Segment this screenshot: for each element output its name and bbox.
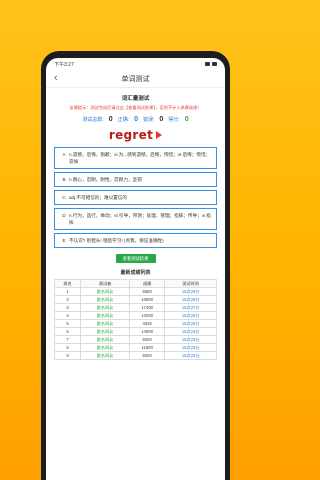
user-cell: 匿名网友	[79, 287, 131, 296]
table-row: 3 匿名网友 17400 15点27分	[54, 303, 217, 312]
option-text: n.遗憾，后悔，抱歉；vi.为...感到遗憾，后悔，惋惜；vt.后悔；惋惜；哀悼	[69, 152, 211, 164]
status-bar: 下午3:27	[46, 58, 225, 70]
rank-cell: 6	[54, 327, 81, 336]
time-cell: 15点24分	[164, 327, 217, 336]
rank-cell: 5	[54, 319, 81, 328]
stat-wrong-label: 错误:	[143, 117, 155, 123]
play-audio-icon[interactable]	[156, 131, 163, 139]
rank-cell: 4	[54, 311, 81, 320]
time-cell: 15点28分	[164, 295, 217, 304]
stat-correct-value: 0	[134, 116, 138, 123]
phone-screen: 下午3:27 ‹ 单词测试 词汇量测试 友情提示：测试完成后请点击【查看测试结果…	[46, 58, 225, 480]
rank-cell: 8	[54, 343, 81, 352]
leaderboard-table: 排名 测试者 成绩 测试时间 1 匿名网友 6650 15点29分 2 匿名网友…	[54, 279, 217, 360]
rank-cell: 7	[54, 335, 81, 344]
option-e[interactable]: E 不认识? 别担头! 稍后学习! (点我，保证准确性)	[54, 233, 217, 248]
score-cell: 10600	[129, 295, 166, 304]
table-row: 4 匿名网友 12000 15点26分	[54, 311, 217, 320]
nav-bar: ‹ 单词测试	[46, 70, 225, 88]
user-cell: 匿名网友	[79, 327, 131, 336]
view-results-button[interactable]: 查看测试结果	[115, 254, 156, 263]
user-cell: 匿名网友	[79, 343, 131, 352]
option-text: 不认识? 别担头! 稍后学习! (点我，保证准确性)	[69, 238, 164, 243]
option-text: adj.不可相信的；难以置信的	[69, 195, 127, 200]
word-row: regret	[54, 128, 217, 142]
table-row: 2 匿名网友 10600 15点28分	[54, 295, 217, 304]
time-cell: 15点25分	[164, 319, 217, 328]
stat-wrong-value: 0	[159, 116, 164, 123]
table-row: 8 匿名网友 11600 15点23分	[54, 343, 217, 352]
time-cell: 15点22分	[164, 351, 217, 360]
table-row: 7 匿名网友 5000 15点23分	[54, 335, 217, 344]
rank-cell: 1	[54, 287, 81, 296]
quiz-stats: 测试总数: 0 正确: 0 错误: 0 得分: 0	[54, 116, 217, 123]
signal-icon	[205, 62, 210, 66]
phone-frame: 下午3:27 ‹ 单词测试 词汇量测试 友情提示：测试完成后请点击【查看测试结果…	[41, 51, 230, 480]
user-cell: 匿名网友	[79, 351, 131, 360]
option-text: n.耐心，忍耐，耐性，忍耐力，坚韧	[69, 177, 142, 182]
option-b[interactable]: B n.耐心，忍耐，耐性，忍耐力，坚韧	[54, 172, 217, 187]
stat-correct-label: 正确:	[117, 117, 130, 123]
score-cell: 14900	[129, 327, 166, 336]
score-cell: 17400	[129, 303, 166, 312]
user-cell: 匿名网友	[79, 311, 131, 320]
user-cell: 匿名网友	[79, 319, 131, 328]
score-cell: 6650	[129, 287, 166, 296]
table-row: 1 匿名网友 6650 15点29分	[54, 287, 217, 296]
table-row: 5 匿名网友 4625 15点25分	[54, 319, 217, 328]
stat-total-value: 0	[108, 116, 113, 123]
column-header: 排名	[54, 279, 81, 288]
option-letter: D	[62, 213, 66, 218]
quiz-title: 词汇量测试	[121, 96, 150, 102]
page-title: 单词测试	[121, 75, 150, 83]
score-cell: 11600	[129, 343, 166, 352]
back-icon[interactable]: ‹	[54, 72, 58, 84]
table-row: 9 匿名网友 5000 15点22分	[54, 351, 217, 360]
option-a[interactable]: A n.遗憾，后悔，抱歉；vi.为...感到遗憾，后悔，惋惜；vt.后悔；惋惜；…	[54, 147, 217, 169]
score-cell: 12000	[129, 311, 166, 320]
column-header: 测试者	[79, 279, 131, 288]
column-header: 成绩	[129, 279, 166, 288]
user-cell: 匿名网友	[79, 335, 131, 344]
option-letter: C	[62, 195, 66, 200]
option-text: n.行为，品行，举动；vt.引导，带领；处理，管理；指挥；传导；vi.指挥	[69, 213, 211, 225]
time-cell: 15点23分	[164, 343, 217, 352]
option-c[interactable]: C adj.不可相信的；难以置信的	[54, 190, 217, 205]
battery-icon	[212, 62, 217, 66]
stat-total-label: 测试总数:	[82, 117, 104, 123]
time-cell: 15点23分	[164, 335, 217, 344]
quiz-content: 词汇量测试 友情提示：测试完成后请点击【查看测试结果】，否则不计入参赛成绩！ 测…	[46, 88, 225, 360]
user-cell: 匿名网友	[79, 303, 131, 312]
option-letter: B	[62, 177, 66, 182]
answer-options: A n.遗憾，后悔，抱歉；vi.为...感到遗憾，后悔，惋惜；vt.后悔；惋惜；…	[54, 147, 217, 248]
rank-cell: 2	[54, 295, 81, 304]
stat-score-value: 0	[184, 116, 189, 123]
rank-cell: 3	[54, 303, 81, 312]
column-header: 测试时间	[164, 279, 217, 288]
time-cell: 15点29分	[164, 287, 217, 296]
user-cell: 匿名网友	[79, 295, 131, 304]
option-letter: A	[62, 152, 66, 157]
score-cell: 5000	[129, 335, 166, 344]
quiz-word: regret	[108, 128, 154, 142]
score-cell: 5000	[129, 351, 166, 360]
option-d[interactable]: D n.行为，品行，举动；vt.引导，带领；处理，管理；指挥；传导；vi.指挥	[54, 208, 217, 230]
leaderboard-title: 最新成绩列表	[120, 270, 151, 276]
rank-cell: 9	[54, 351, 81, 360]
table-row: 6 匿名网友 14900 15点24分	[54, 327, 217, 336]
score-cell: 4625	[129, 319, 166, 328]
stat-score-label: 得分:	[168, 117, 180, 123]
time-cell: 15点26分	[164, 311, 217, 320]
table-header-row: 排名 测试者 成绩 测试时间	[54, 279, 217, 288]
time-cell: 15点27分	[164, 303, 217, 312]
quiz-hint: 友情提示：测试完成后请点击【查看测试结果】，否则不计入参赛成绩！	[69, 105, 202, 110]
status-icons	[205, 62, 217, 66]
status-time: 下午3:27	[54, 61, 74, 68]
option-letter: E	[62, 238, 66, 243]
